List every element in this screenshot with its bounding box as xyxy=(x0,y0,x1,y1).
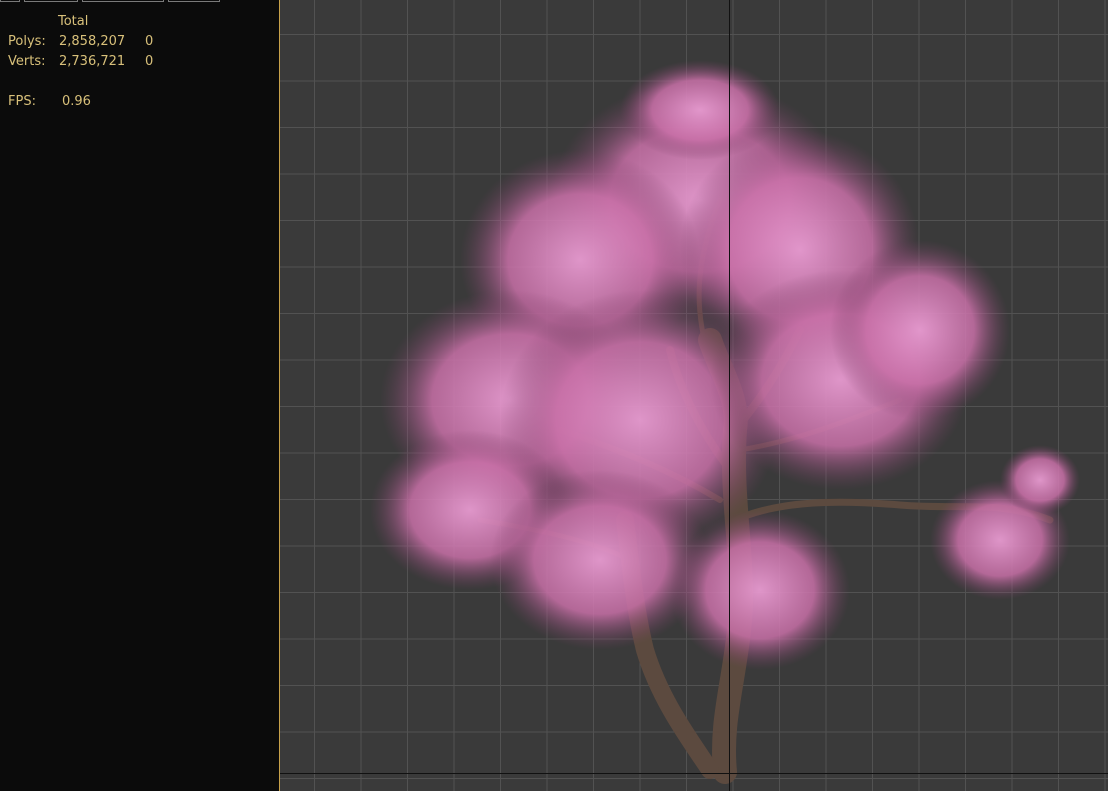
viewport-axis-vertical xyxy=(729,0,730,791)
stats-column-header: Total xyxy=(58,14,89,29)
statistics-panel: Total Polys: 2,858,207 0 Verts: 2,736,72… xyxy=(0,0,279,791)
polys-label: Polys: xyxy=(8,34,46,49)
fps-value: 0.96 xyxy=(62,94,91,109)
verts-total-value: 2,736,721 xyxy=(59,54,126,69)
viewport-label-box[interactable] xyxy=(168,0,220,2)
viewport-axis-horizontal xyxy=(280,773,1108,774)
polys-total-value: 2,858,207 xyxy=(59,34,126,49)
app-window: Total Polys: 2,858,207 0 Verts: 2,736,72… xyxy=(0,0,1108,791)
blossom-canopy xyxy=(370,60,1080,670)
verts-selected-value: 0 xyxy=(145,54,154,69)
fps-label: FPS: xyxy=(8,94,36,109)
polys-selected-value: 0 xyxy=(145,34,154,49)
blossom-tree-model xyxy=(370,60,1080,784)
3d-viewport[interactable] xyxy=(279,0,1108,791)
viewport-label-box[interactable] xyxy=(82,0,164,2)
viewport-label-box[interactable] xyxy=(0,0,20,2)
viewport-label-box[interactable] xyxy=(24,0,78,2)
verts-label: Verts: xyxy=(8,54,46,69)
viewport-label-strip xyxy=(0,0,240,4)
